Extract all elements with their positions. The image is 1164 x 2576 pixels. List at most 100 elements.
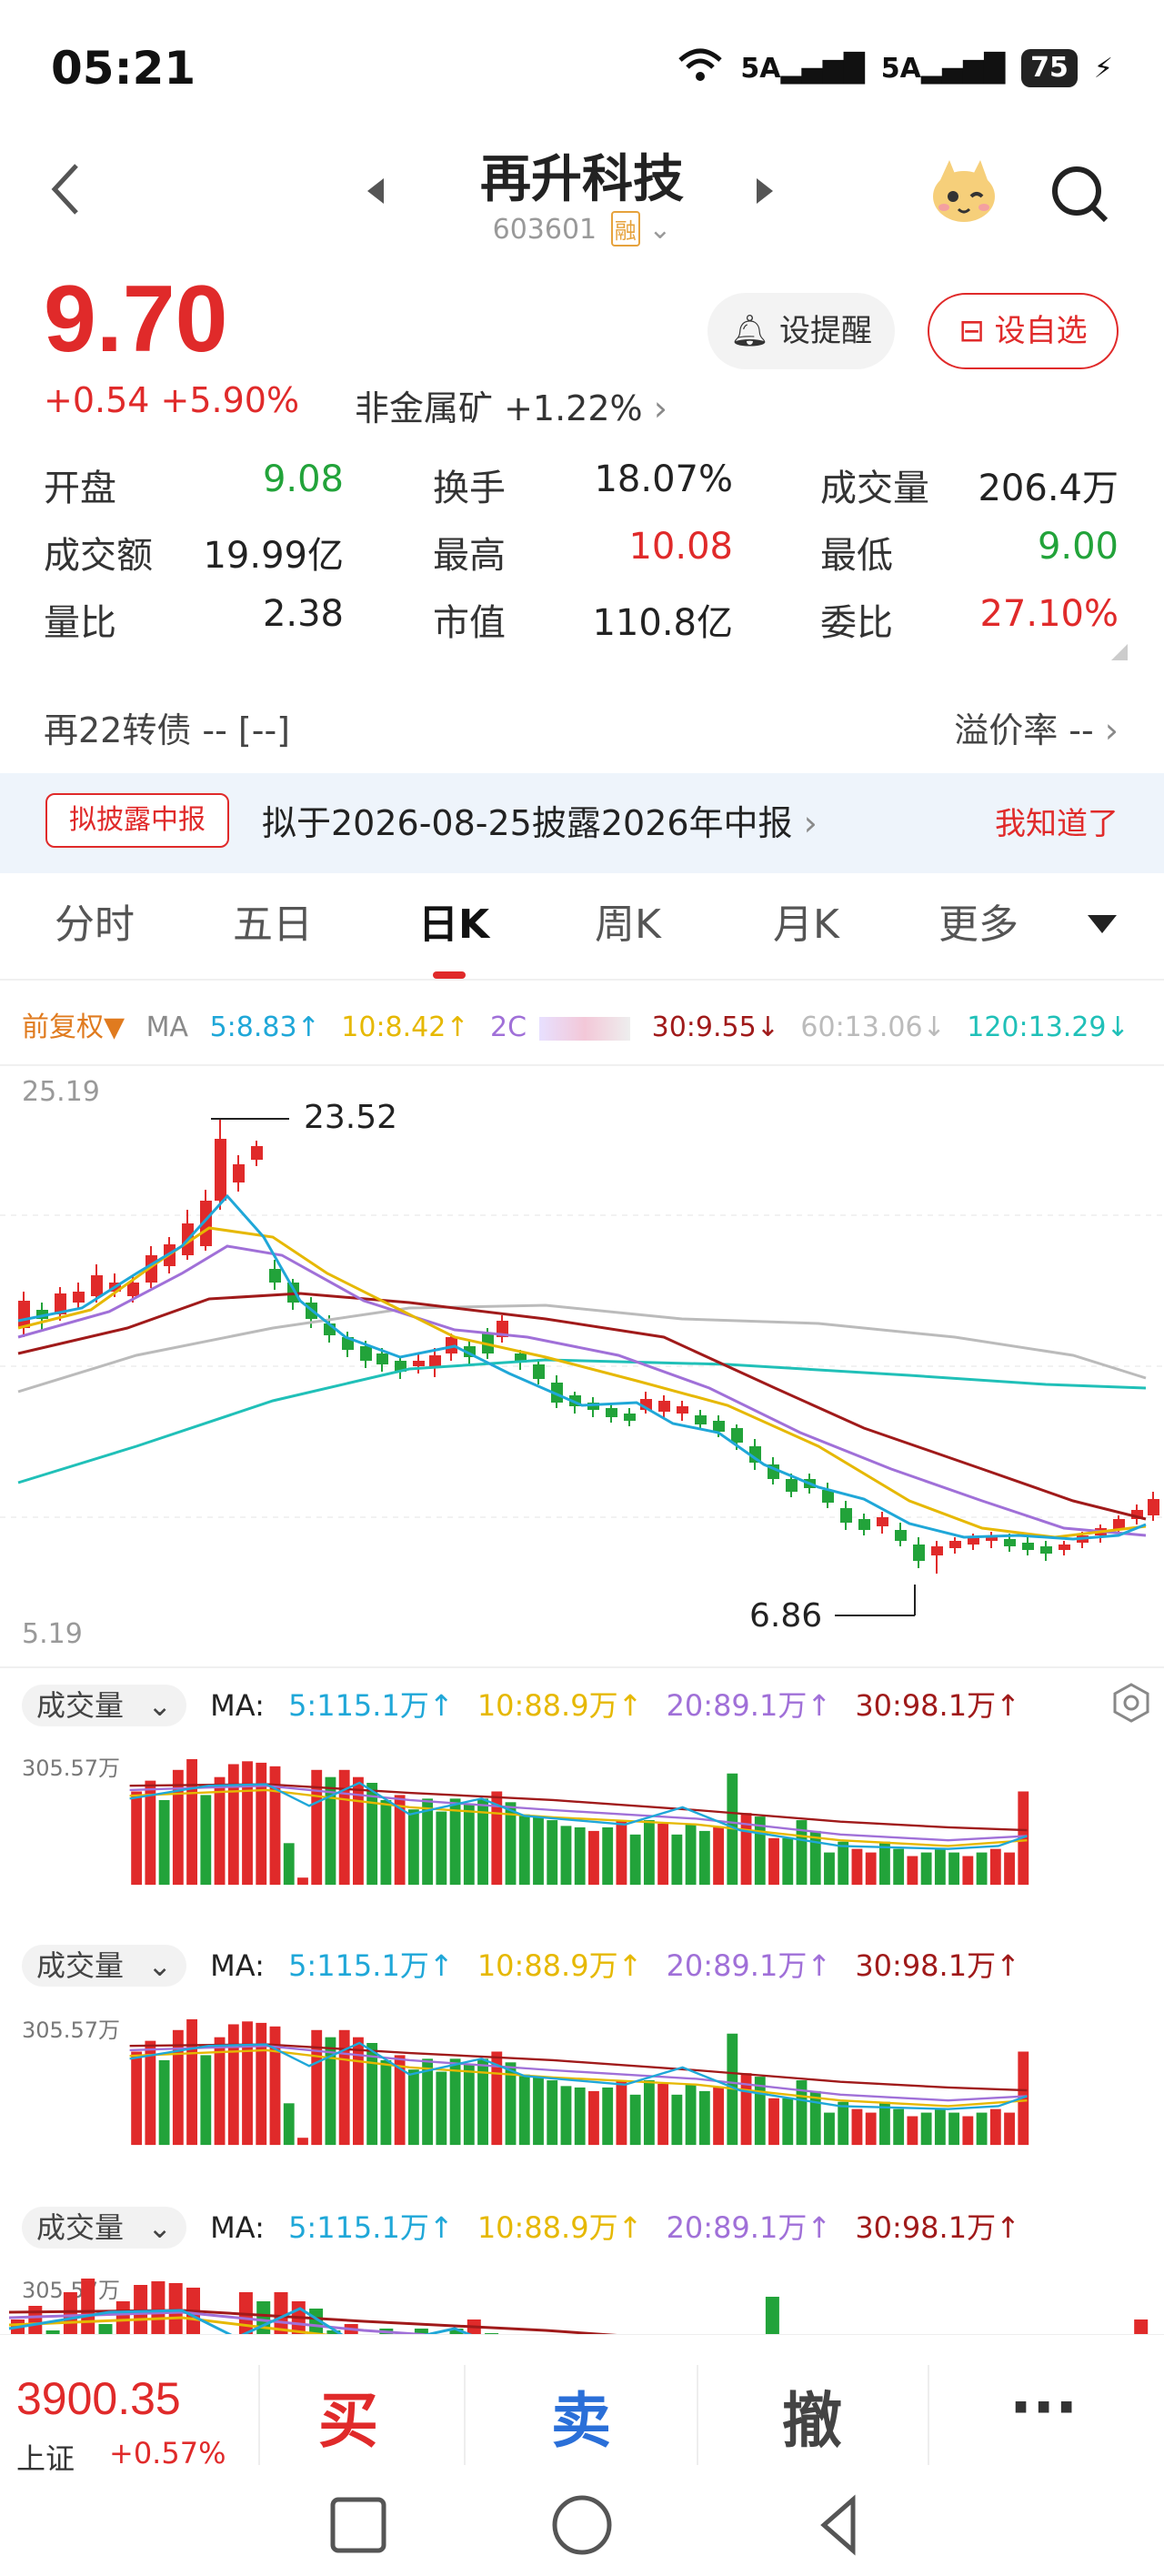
signal-icon-2: 5A▂▄▆█: [880, 52, 1006, 85]
status-icons: 5A▂▄▆█ 5A▂▄▆█ 75 ⚡: [677, 47, 1113, 89]
volume-bar: [989, 1848, 1001, 1886]
set-alert-button[interactable]: 🔔︎ 设提醒: [707, 293, 895, 369]
volume-indicator-selector[interactable]: 成交量 ⌄: [22, 1945, 186, 1987]
volume-bar: [685, 1824, 697, 1886]
divider: [0, 1666, 1164, 1668]
volume-bar: [976, 1852, 988, 1886]
buy-button[interactable]: 买: [318, 2372, 378, 2460]
divider: [464, 2365, 466, 2465]
tab-weekly-k[interactable]: 周K: [595, 891, 661, 950]
candle-body: [1148, 1499, 1159, 1515]
volume-bar: [685, 2084, 697, 2146]
more-menu-button[interactable]: ···: [1009, 2372, 1078, 2442]
volume-bar: [865, 1852, 877, 1886]
volume-bar: [768, 1837, 779, 1886]
settings-icon[interactable]: [1111, 1683, 1151, 1723]
stat-label: 委比: [820, 602, 893, 644]
volume-bar: [297, 1877, 308, 1886]
caret-down-icon[interactable]: [1088, 915, 1117, 933]
high-marker-label: 23.52: [304, 1099, 397, 1136]
cancel-order-button[interactable]: 撤: [782, 2372, 842, 2460]
stat-value: 2.38: [262, 593, 344, 635]
candle-body: [877, 1517, 888, 1526]
add-favorite-button[interactable]: ⊟ 设自选: [928, 293, 1119, 369]
chevron-right-icon: ›: [1104, 710, 1119, 750]
volume-bar: [1134, 2319, 1149, 2334]
divider: [258, 2365, 260, 2465]
candlestick-chart[interactable]: 25.19 5.19 23.52 6.86: [0, 1064, 1164, 1652]
volume-bar: [227, 2024, 239, 2146]
volume-bar: [698, 2090, 710, 2146]
volume-bar: [172, 1769, 184, 1886]
volume-bar: [713, 2087, 724, 2146]
candle-body: [786, 1479, 798, 1492]
ma10-line: [17, 1226, 1147, 1539]
tab-five-day[interactable]: 五日: [233, 891, 313, 950]
volume-bar: [713, 1826, 724, 1886]
ma10-value: 10:8.42↑: [341, 1011, 469, 1043]
system-nav-bar: [330, 2494, 856, 2556]
volume-header-2: 成交量 ⌄ MA: 5:115.1万↑ 10:88.9万↑ 20:89.1万↑ …: [22, 1943, 1035, 1987]
candle-body: [413, 1361, 425, 1366]
vol-ma30: 30:98.1万↑: [855, 1948, 1020, 1983]
candle-body: [91, 1275, 103, 1296]
volume-bar: [574, 2087, 586, 2146]
volume-bar: [151, 2281, 166, 2334]
notice-text[interactable]: 拟于2026-08-25披露2026年中报 ›: [262, 795, 818, 845]
search-icon[interactable]: [1048, 162, 1111, 226]
sector-link[interactable]: 非金属矿 +1.22% ›: [355, 380, 667, 430]
sector-label: 非金属矿 +1.22%: [355, 388, 643, 428]
volume-bar: [671, 2094, 683, 2146]
tab-intraday[interactable]: 分时: [55, 891, 135, 950]
stock-code: 603601: [492, 214, 597, 246]
battery-icon: 75: [1021, 49, 1078, 87]
index-value[interactable]: 3900.35: [16, 2372, 181, 2425]
adjust-selector[interactable]: 前复权▼: [22, 1011, 125, 1043]
candle-body: [858, 1519, 870, 1530]
tab-monthly-k[interactable]: 月K: [773, 891, 839, 950]
premium-rate[interactable]: 溢价率 -- ›: [954, 702, 1119, 752]
volume-bar: [115, 2301, 130, 2334]
notice-tag: 拟披露中报: [45, 793, 229, 848]
chevron-down-icon: ⌄: [648, 214, 672, 246]
volume-bar: [283, 1843, 295, 1886]
volume-bar: [131, 1791, 143, 1886]
vol-ma5: 5:115.1万↑: [288, 2210, 454, 2245]
tab-daily-k[interactable]: 日K: [418, 891, 489, 950]
volume-bar: [698, 1830, 710, 1886]
volume-bar: [366, 1783, 378, 1886]
ma-title: MA: [146, 1011, 189, 1043]
ma20-line: [17, 1244, 1147, 1537]
premium-label: 溢价率 --: [954, 710, 1094, 750]
recent-apps-icon[interactable]: [330, 2497, 386, 2553]
convertible-bond[interactable]: 再22转债 -- [--]: [44, 702, 290, 752]
volume-bar: [168, 2283, 183, 2334]
home-icon[interactable]: [552, 2495, 612, 2555]
volume-bar: [242, 1761, 253, 1886]
stat-value: 9.00: [1037, 526, 1119, 568]
notice-dismiss-button[interactable]: 我知道了: [995, 799, 1119, 843]
volume-bar: [256, 1762, 267, 1886]
volume-bar: [588, 1830, 599, 1886]
expand-corner-icon[interactable]: [1111, 644, 1128, 660]
y-axis-min: 5.19: [22, 1618, 83, 1650]
next-stock-icon[interactable]: [757, 178, 773, 204]
low-marker-label: 6.86: [749, 1597, 822, 1635]
divider: [697, 2365, 698, 2465]
volume-indicator-selector[interactable]: 成交量 ⌄: [22, 2207, 186, 2249]
sell-button[interactable]: 卖: [551, 2372, 611, 2460]
volume-bar: [200, 2055, 212, 2146]
tab-more[interactable]: 更多: [938, 891, 1018, 950]
back-nav-icon[interactable]: [820, 2494, 856, 2556]
volume-bar: [657, 1824, 669, 1886]
stat-value: 18.07%: [594, 458, 733, 500]
volume-pill-label: 成交量: [36, 1948, 125, 1983]
volume-bar: [782, 2098, 794, 2146]
mascot-icon[interactable]: [928, 156, 1000, 226]
volume-pill-label: 成交量: [36, 2210, 125, 2245]
volume-indicator-selector[interactable]: 成交量 ⌄: [22, 1685, 186, 1726]
bell-icon: 🔔︎: [730, 313, 770, 349]
vol-ma30: 30:98.1万↑: [855, 1688, 1020, 1723]
price-change: +0.54 +5.90%: [44, 380, 300, 420]
candle-body: [931, 1546, 943, 1555]
